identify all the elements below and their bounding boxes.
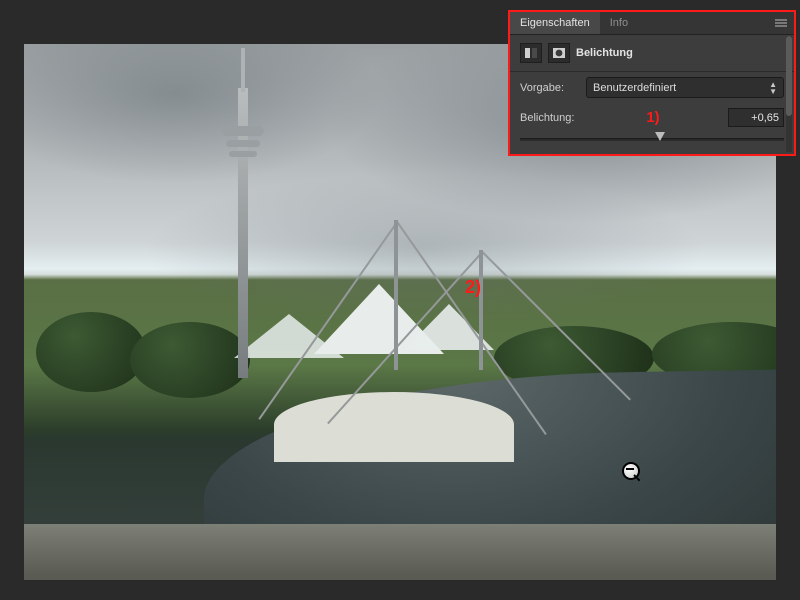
stage [274,392,514,462]
pylon [394,220,398,370]
layer-mask-icon[interactable] [548,43,570,63]
tower [222,126,264,136]
exposure-value-input[interactable] [728,108,784,127]
tower [241,48,245,92]
tab-info[interactable]: Info [600,12,638,34]
foreground [24,524,776,580]
preset-label: Vorgabe: [520,82,578,94]
preset-select-value: Benutzerdefiniert [593,82,676,94]
panel-scrollbar[interactable] [786,36,792,152]
tower [226,140,260,147]
slider-thumb[interactable] [655,132,665,141]
pylon [479,250,483,370]
sky-cloud [144,174,704,324]
preset-select[interactable]: Benutzerdefiniert ▲▼ [586,77,784,98]
slider-track [520,138,784,141]
exposure-slider[interactable] [520,132,784,146]
exposure-label: Belichtung: [520,112,578,124]
panel-menu-icon[interactable] [774,18,788,28]
adjustment-title: Belichtung [576,47,633,59]
scrollbar-thumb[interactable] [786,36,792,116]
adjustment-type-icon[interactable] [520,43,542,63]
tab-eigenschaften[interactable]: Eigenschaften [510,12,600,34]
tree [130,322,250,398]
panel-tabstrip: Eigenschaften Info [510,12,794,35]
tower [229,151,257,157]
tree [36,312,146,392]
properties-panel: Eigenschaften Info Belichtung Vorgabe: B… [508,10,796,156]
select-stepper-icon: ▲▼ [769,81,777,95]
annotation-marker-1: 1) [646,109,659,126]
